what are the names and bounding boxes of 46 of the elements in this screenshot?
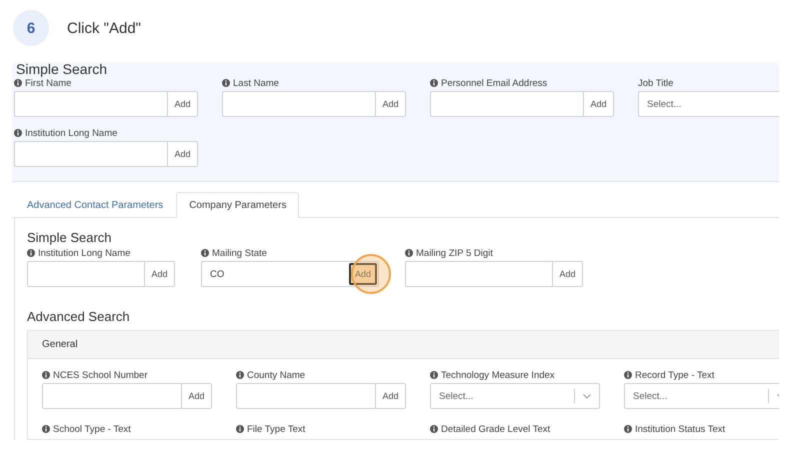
- section-heading: Advanced Search: [27, 309, 131, 324]
- section-heading: Simple Search: [27, 230, 113, 245]
- select-dropdown[interactable]: Select...: [638, 91, 779, 117]
- input-field[interactable]: Add: [27, 261, 175, 287]
- field-label: First Name: [25, 78, 72, 88]
- section-heading: Simple Search: [15, 62, 108, 77]
- field-label: County Name: [247, 370, 306, 380]
- input-field[interactable]: Add: [236, 383, 406, 409]
- add-button[interactable]: Add: [181, 384, 211, 408]
- input-field[interactable]: Add: [14, 141, 198, 167]
- field-label: Mailing State: [212, 248, 267, 258]
- input-field[interactable]: Add: [42, 383, 212, 409]
- field-label: NCES School Number: [53, 370, 148, 380]
- section-title: General: [28, 331, 779, 359]
- add-button[interactable]: Add: [375, 92, 405, 116]
- step-instruction: Click "Add": [67, 20, 142, 36]
- input-field[interactable]: CO Add: [201, 261, 379, 287]
- chevron-down-icon: [583, 394, 591, 398]
- field-label: File Type Text: [247, 424, 306, 434]
- input-field[interactable]: Add: [405, 261, 583, 287]
- field-label: Institution Long Name: [25, 128, 118, 138]
- add-button[interactable]: Add: [167, 142, 197, 166]
- field-label: Record Type - Text: [635, 370, 714, 380]
- field-label: Job Title: [638, 78, 674, 88]
- add-button[interactable]: Add: [552, 262, 582, 286]
- input-field[interactable]: Add: [222, 91, 406, 117]
- add-button[interactable]: Add: [583, 92, 613, 116]
- select-dropdown[interactable]: Select...: [430, 383, 600, 409]
- field-label: Technology Measure Index: [441, 370, 555, 380]
- field-label: Personnel Email Address: [441, 78, 548, 88]
- step-number: 6: [13, 10, 49, 46]
- highlight-ring: [351, 254, 391, 294]
- select-dropdown[interactable]: Select...: [624, 383, 779, 409]
- tab[interactable]: Company Parameters: [176, 192, 300, 218]
- add-button[interactable]: Add: [375, 384, 405, 408]
- input-field[interactable]: Add: [14, 91, 198, 117]
- field-label: Mailing ZIP 5 Digit: [416, 248, 493, 258]
- add-button[interactable]: Add: [144, 262, 174, 286]
- field-label: Detailed Grade Level Text: [441, 424, 550, 434]
- field-label: School Type - Text: [53, 424, 131, 434]
- add-button[interactable]: Add: [167, 92, 197, 116]
- tab[interactable]: Advanced Contact Parameters: [14, 192, 176, 218]
- input-field[interactable]: Add: [430, 91, 614, 117]
- field-label: Institution Long Name: [38, 248, 130, 258]
- field-label: Institution Status Text: [635, 424, 726, 434]
- field-label: Last Name: [233, 78, 279, 88]
